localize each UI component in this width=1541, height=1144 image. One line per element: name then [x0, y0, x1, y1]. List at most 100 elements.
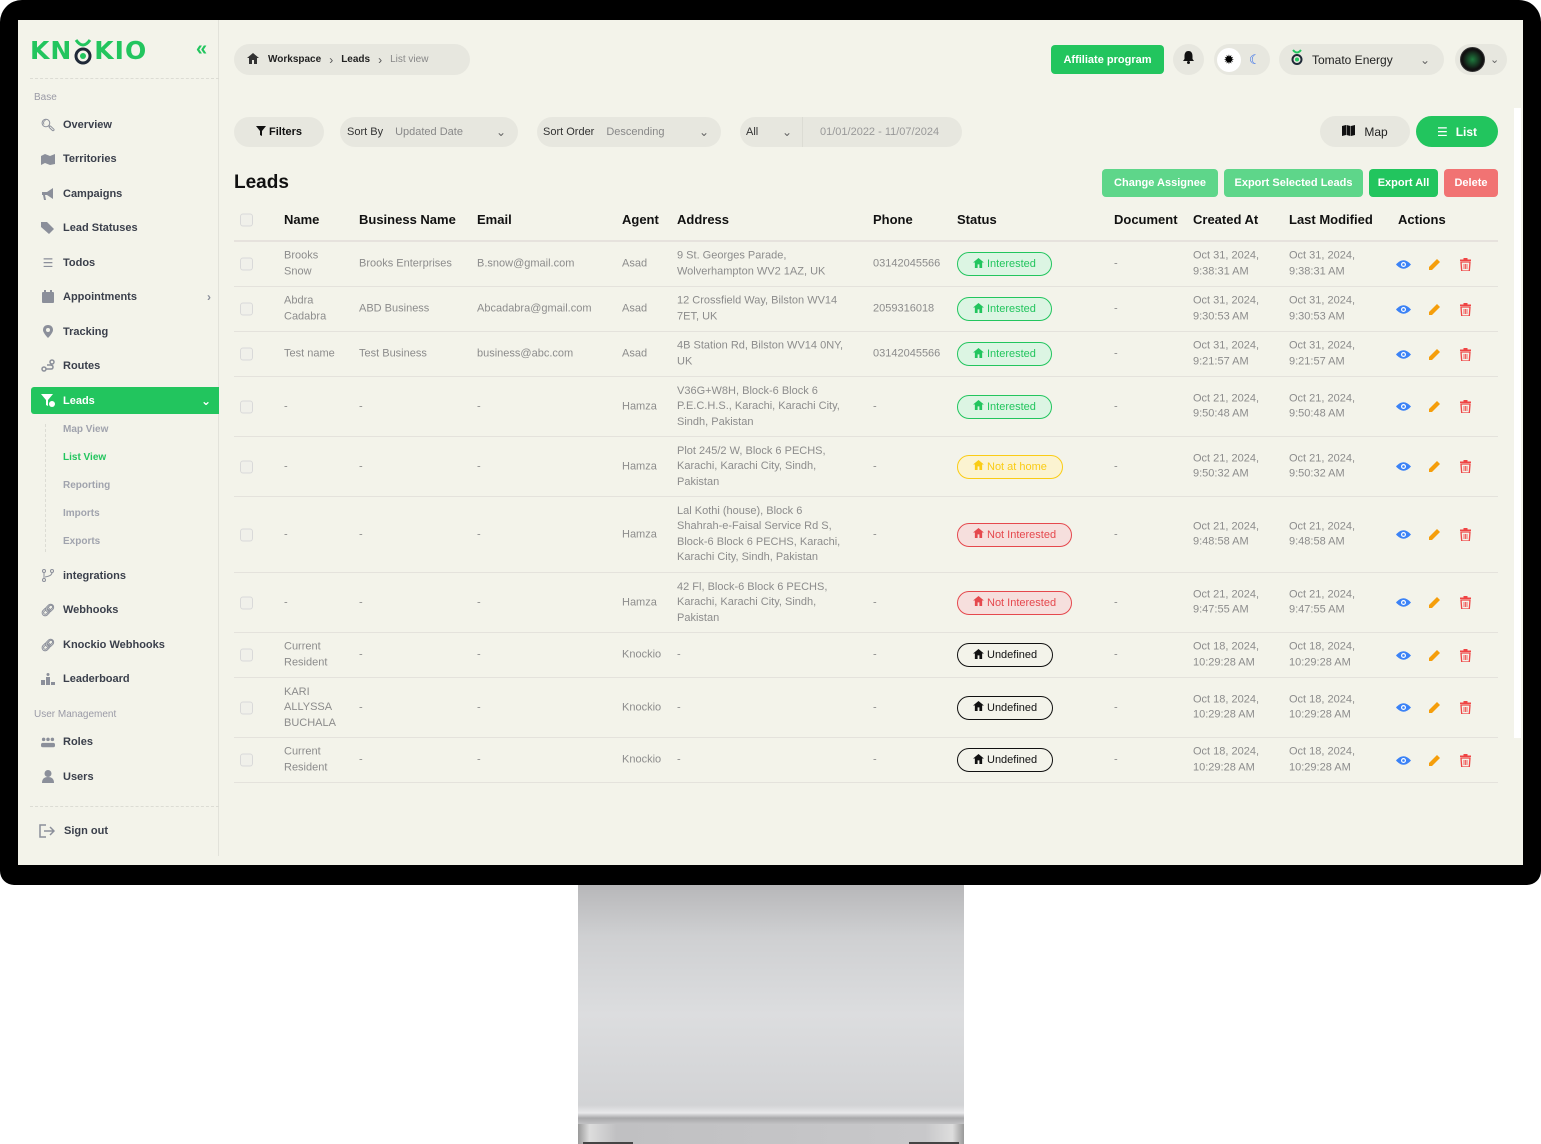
delete-trash-icon[interactable]: [1457, 527, 1473, 543]
sidebar-item-routes[interactable]: Routes: [31, 352, 219, 379]
column-header-email[interactable]: Email: [477, 212, 512, 227]
breadcrumb-leads[interactable]: Leads: [341, 54, 370, 65]
list-view-button[interactable]: ☰ List: [1416, 116, 1498, 147]
map-view-button[interactable]: Map: [1320, 116, 1410, 147]
sidebar-item-users[interactable]: Users: [31, 763, 219, 790]
table-row[interactable]: - - - Hamza 42 Fl, Block-6 Block 6 PECHS, Ka…: [234, 573, 1498, 633]
delete-trash-icon[interactable]: [1457, 459, 1473, 475]
select-all-checkbox[interactable]: [240, 213, 253, 227]
column-header-document[interactable]: Document: [1114, 212, 1178, 227]
sidebar-item-overview[interactable]: 🔍︎ Overview: [31, 111, 219, 138]
sidebar-item-knockio-webhooks[interactable]: 🔗︎ Knockio Webhooks: [31, 631, 219, 658]
table-row[interactable]: - - - Hamza V36G+W8H, Block-6 Block 6 P.E.C.…: [234, 377, 1498, 437]
edit-pencil-icon[interactable]: [1426, 595, 1442, 611]
table-row[interactable]: Brooks Snow Brooks Enterprises B.snow@gmai…: [234, 242, 1498, 287]
vertical-scrollbar[interactable]: [1514, 108, 1521, 738]
edit-pencil-icon[interactable]: [1426, 346, 1442, 362]
breadcrumb-workspace[interactable]: Workspace: [268, 54, 321, 65]
sidebar-subitem-map-view[interactable]: Map View: [63, 424, 108, 435]
sidebar-item-leads[interactable]: Leads ⌄: [31, 387, 219, 414]
date-range-type-select[interactable]: All ⌄: [740, 117, 802, 147]
moon-icon[interactable]: ☾: [1249, 52, 1261, 68]
table-row[interactable]: Current Resident - - Knockio - - - Oct 18, 2024…: [234, 738, 1498, 783]
row-checkbox[interactable]: [240, 648, 253, 662]
sidebar-item-tracking[interactable]: Tracking: [31, 318, 219, 345]
home-icon[interactable]: [247, 52, 259, 67]
edit-pencil-icon[interactable]: [1426, 647, 1442, 663]
view-eye-icon[interactable]: [1395, 527, 1411, 543]
delete-trash-icon[interactable]: [1457, 595, 1473, 611]
column-header-business-name[interactable]: Business Name: [359, 212, 456, 227]
view-eye-icon[interactable]: [1395, 256, 1411, 272]
export-selected-leads-button[interactable]: Export Selected Leads: [1224, 169, 1363, 197]
view-eye-icon[interactable]: [1395, 752, 1411, 768]
sidebar-item-todos[interactable]: ☰ Todos: [31, 249, 219, 276]
row-checkbox[interactable]: [240, 302, 253, 316]
column-header-agent[interactable]: Agent: [622, 212, 659, 227]
sidebar-item-lead-statuses[interactable]: Lead Statuses: [31, 214, 219, 241]
row-checkbox[interactable]: [240, 596, 253, 609]
column-header-status[interactable]: Status: [957, 212, 997, 227]
column-header-last-modified[interactable]: Last Modified: [1289, 212, 1373, 227]
date-range-input[interactable]: 01/01/2022 - 11/07/2024: [802, 117, 962, 147]
notifications-button[interactable]: [1173, 44, 1204, 75]
row-checkbox[interactable]: [240, 701, 253, 714]
delete-trash-icon[interactable]: [1457, 346, 1473, 362]
theme-toggle[interactable]: ✹ ☾: [1214, 44, 1270, 75]
edit-pencil-icon[interactable]: [1426, 459, 1442, 475]
view-eye-icon[interactable]: [1395, 346, 1411, 362]
sidebar-subitem-reporting[interactable]: Reporting: [63, 480, 110, 491]
row-checkbox[interactable]: [240, 257, 253, 271]
table-row[interactable]: - - - Hamza Plot 245/2 W, Block 6 PECHS, Kar…: [234, 437, 1498, 497]
view-eye-icon[interactable]: [1395, 647, 1411, 663]
column-header-created-at[interactable]: Created At: [1193, 212, 1258, 227]
filters-button[interactable]: Filters: [234, 117, 324, 147]
delete-trash-icon[interactable]: [1457, 301, 1473, 317]
row-checkbox[interactable]: [240, 753, 253, 767]
table-row[interactable]: Test name Test Business business@abc.com As…: [234, 332, 1498, 377]
sidebar-item-territories[interactable]: Territories: [31, 145, 219, 172]
edit-pencil-icon[interactable]: [1426, 752, 1442, 768]
edit-pencil-icon[interactable]: [1426, 700, 1442, 716]
sidebar-subitem-imports[interactable]: Imports: [63, 508, 100, 519]
table-row[interactable]: Abdra Cadabra ABD Business Abcadabra@gmail…: [234, 287, 1498, 332]
delete-trash-icon[interactable]: [1457, 700, 1473, 716]
sun-icon[interactable]: ✹: [1217, 47, 1241, 72]
export-all-button[interactable]: Export All: [1369, 169, 1438, 197]
table-row[interactable]: KARI ALLYSSA BUCHALA - - Knockio - - - Oct 18, …: [234, 678, 1498, 738]
delete-trash-icon[interactable]: [1457, 752, 1473, 768]
row-checkbox[interactable]: [240, 400, 253, 413]
row-checkbox[interactable]: [240, 347, 253, 361]
sidebar-subitem-list-view[interactable]: List View: [63, 452, 106, 463]
user-menu[interactable]: ⌄: [1455, 44, 1507, 75]
column-header-address[interactable]: Address: [677, 212, 729, 227]
change-assignee-button[interactable]: Change Assignee: [1102, 169, 1218, 197]
sidebar-item-webhooks[interactable]: 🔗︎ Webhooks: [31, 596, 219, 623]
delete-trash-icon[interactable]: [1457, 256, 1473, 272]
sidebar-item-integrations[interactable]: integrations: [31, 562, 219, 589]
view-eye-icon[interactable]: [1395, 459, 1411, 475]
column-header-phone[interactable]: Phone: [873, 212, 913, 227]
delete-trash-icon[interactable]: [1457, 647, 1473, 663]
sort-by-select[interactable]: Sort By Updated Date ⌄: [340, 117, 518, 147]
sidebar-item-appointments[interactable]: Appointments ›: [31, 283, 219, 310]
affiliate-program-button[interactable]: Affiliate program: [1051, 45, 1164, 74]
avatar[interactable]: [1460, 47, 1485, 72]
sidebar-item-roles[interactable]: Roles: [31, 728, 219, 755]
view-eye-icon[interactable]: [1395, 399, 1411, 415]
edit-pencil-icon[interactable]: [1426, 527, 1442, 543]
column-header-name[interactable]: Name: [284, 212, 319, 227]
sign-out-button[interactable]: Sign out: [28, 817, 216, 844]
sidebar-item-campaigns[interactable]: Campaigns: [31, 180, 219, 207]
table-row[interactable]: - - - Hamza Lal Kothi (house), Block 6 Shahr…: [234, 497, 1498, 573]
view-eye-icon[interactable]: [1395, 301, 1411, 317]
delete-trash-icon[interactable]: [1457, 399, 1473, 415]
edit-pencil-icon[interactable]: [1426, 399, 1442, 415]
edit-pencil-icon[interactable]: [1426, 256, 1442, 272]
delete-selected-button[interactable]: Delete: [1444, 169, 1498, 197]
view-eye-icon[interactable]: [1395, 595, 1411, 611]
collapse-sidebar-button[interactable]: «: [196, 38, 207, 61]
sort-order-select[interactable]: Sort Order Descending ⌄: [537, 117, 721, 147]
table-row[interactable]: Current Resident - - Knockio - - - Oct 18, 2024…: [234, 633, 1498, 678]
sidebar-subitem-exports[interactable]: Exports: [63, 536, 100, 547]
